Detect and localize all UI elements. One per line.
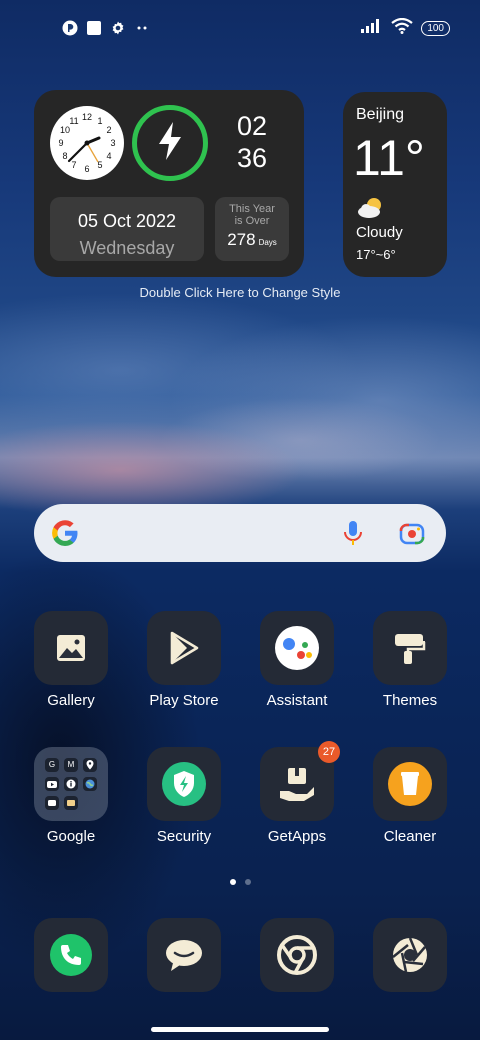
clock-widget[interactable]: 12 1 2 3 4 5 6 7 8 9 10 11 02 36 05 Oct … [34, 90, 304, 277]
weather-widget[interactable]: Beijing 11° Cloudy 17°~6° [343, 92, 447, 277]
wifi-icon [391, 17, 413, 39]
signal-icon [361, 18, 383, 38]
dock-phone[interactable] [21, 918, 121, 992]
clock-number-11: 11 [69, 116, 78, 126]
more-dots-icon [134, 20, 150, 36]
app-cleaner[interactable]: Cleaner [360, 747, 460, 845]
battery-charge-ring [132, 105, 208, 181]
gear-icon [110, 20, 126, 36]
status-bar-left [62, 18, 150, 38]
clock-number-4: 4 [106, 151, 111, 161]
folder-preview-grid: G M [45, 758, 97, 810]
microphone-icon[interactable] [341, 520, 365, 546]
camera-icon [373, 918, 447, 992]
app-getapps[interactable]: 27 GetApps [247, 741, 347, 845]
app-label: Themes [382, 692, 438, 709]
clock-number-7: 7 [71, 160, 76, 170]
page-indicator [0, 879, 480, 885]
app-label: Google [46, 828, 96, 845]
browser-icon [260, 918, 334, 992]
clock-number-10: 10 [60, 125, 70, 135]
year-label-line1: This Year [229, 203, 275, 215]
digital-time: 02 36 [226, 110, 278, 174]
lightning-icon [156, 121, 184, 166]
analog-clock-face: 12 1 2 3 4 5 6 7 8 9 10 11 [58, 112, 115, 174]
widget-style-hint[interactable]: Double Click Here to Change Style [0, 285, 480, 300]
google-lens-icon[interactable] [399, 520, 425, 546]
folder-google[interactable]: G M Google [21, 747, 121, 845]
weather-range: 17°~6° [356, 247, 396, 262]
page-dot-active [229, 879, 236, 885]
app-label: GetApps [267, 828, 327, 845]
cleaner-icon [373, 747, 447, 821]
app-security[interactable]: Security [134, 747, 234, 845]
folder-app-m: M [64, 758, 78, 772]
app-themes[interactable]: Themes [360, 611, 460, 709]
themes-icon [373, 611, 447, 685]
days-count: 278 Days [215, 230, 289, 250]
notification-app-icon [62, 20, 78, 36]
days-number: 278 [227, 230, 256, 249]
page-dot [244, 879, 251, 885]
google-search-bar[interactable] [34, 504, 446, 562]
days-unit: Days [258, 238, 277, 247]
app-label: Security [156, 828, 212, 845]
digital-hour: 02 [236, 111, 268, 141]
weather-condition: Cloudy [356, 224, 403, 241]
getapps-icon: 27 [260, 741, 340, 821]
folder-app-g: G [45, 758, 59, 772]
gallery-icon [34, 611, 108, 685]
clock-number-3: 3 [110, 138, 115, 148]
app-play-store[interactable]: Play Store [134, 611, 234, 709]
year-label-line2: is Over [234, 215, 270, 227]
info-icon [64, 777, 78, 791]
security-icon [147, 747, 221, 821]
analog-clock: 12 1 2 3 4 5 6 7 8 9 10 11 [50, 106, 124, 180]
play-store-icon [147, 611, 221, 685]
clock-number-12: 12 [82, 112, 92, 122]
clock-number-6: 6 [84, 164, 89, 174]
phone-icon [34, 918, 108, 992]
assistant-icon [260, 611, 334, 685]
app-gallery[interactable]: Gallery [21, 611, 121, 709]
digital-minute: 36 [236, 143, 268, 173]
dock-camera[interactable] [360, 918, 460, 992]
google-logo-icon [50, 518, 80, 548]
weekday-text: Wednesday [79, 238, 175, 258]
youtube-icon [45, 777, 59, 791]
dock-browser[interactable] [247, 918, 347, 992]
maps-icon [83, 758, 97, 772]
globe-icon [83, 777, 97, 791]
home-gesture-bar[interactable] [151, 1027, 329, 1032]
square-icon [86, 20, 102, 36]
app-label: Assistant [266, 692, 328, 709]
messages-icon [147, 918, 221, 992]
photos-icon [45, 796, 59, 810]
clock-number-2: 2 [106, 125, 111, 135]
notification-badge: 27 [318, 741, 340, 763]
clock-number-8: 8 [62, 151, 67, 161]
google-folder-icon: G M [34, 747, 108, 821]
files-icon [64, 796, 78, 810]
dock-messages[interactable] [134, 918, 234, 992]
year-progress-box: This Year is Over 278 Days [215, 197, 289, 261]
app-label: Gallery [47, 692, 95, 709]
cloudy-icon [357, 197, 385, 219]
app-label: Play Store [149, 692, 219, 709]
app-label: Cleaner [383, 828, 437, 845]
battery-indicator: 100 [421, 20, 450, 36]
app-assistant[interactable]: Assistant [247, 611, 347, 709]
clock-number-1: 1 [97, 116, 102, 126]
date-text: 05 Oct 2022 [77, 211, 177, 231]
weather-temperature: 11° [353, 130, 425, 186]
clock-number-9: 9 [58, 138, 63, 148]
date-box: 05 Oct 2022 Wednesday [50, 197, 204, 261]
year-label: This Year is Over [215, 203, 289, 227]
weather-city: Beijing [356, 106, 405, 123]
status-bar-right: 100 [361, 17, 450, 39]
